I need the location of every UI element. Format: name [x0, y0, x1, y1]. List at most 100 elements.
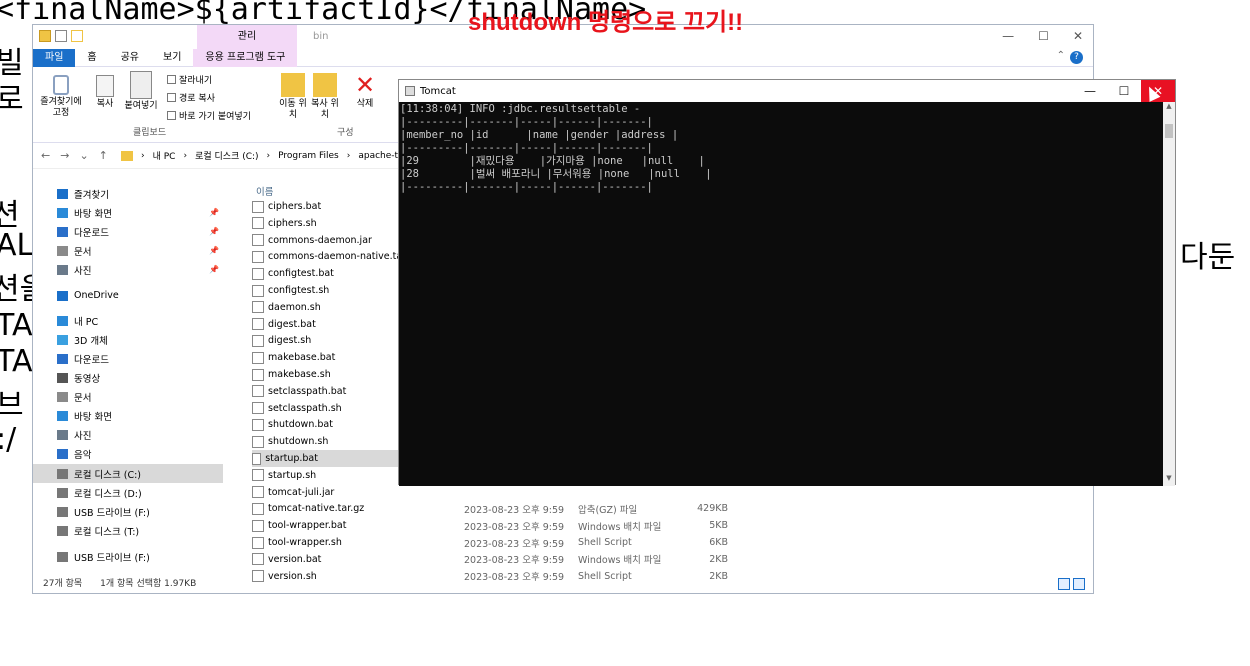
background-right-text: 다둔	[1180, 240, 1236, 275]
pin-to-quick-access-button[interactable]: 즐겨찾기에 고정	[39, 75, 83, 119]
sidebar-item[interactable]: 문서	[33, 387, 223, 406]
sidebar-item[interactable]: 내 PC	[33, 311, 223, 330]
new-folder-icon[interactable]	[71, 30, 83, 42]
collapse-ribbon-icon[interactable]: ⌃	[1057, 50, 1065, 61]
properties-icon[interactable]	[55, 30, 67, 42]
download-icon	[57, 353, 68, 364]
paste-shortcut-button[interactable]: 바로 가기 붙여넣기	[167, 109, 251, 122]
copy-to-button[interactable]: 복사 위치	[311, 73, 339, 121]
desktop-icon	[57, 410, 68, 421]
recent-chevron-icon[interactable]: ⌄	[79, 149, 88, 162]
sidebar-item[interactable]: 문서 📌	[33, 241, 223, 260]
file-size: 5KB	[709, 520, 728, 532]
file-row[interactable]: tomcat-juli.jar	[252, 484, 732, 501]
sidebar-item[interactable]: 바탕 화면 📌	[33, 203, 223, 222]
sidebar-item[interactable]: 바탕 화면	[33, 406, 223, 425]
file-row[interactable]: tool-wrapper.sh 2023-08-23 오후 9:59 Shell S…	[252, 534, 732, 551]
nav-scrollbar[interactable]	[225, 180, 237, 570]
console-line: [11:38:04] INFO :jdbc.resultsettable -	[400, 103, 641, 115]
paste-label: 붙여넣기	[124, 101, 158, 111]
cut-button[interactable]: 잘라내기	[167, 73, 212, 86]
tomcat-maximize-button[interactable]: ☐	[1107, 80, 1141, 102]
sidebar-item[interactable]: 다운로드 📌	[33, 222, 223, 241]
file-row[interactable]: tomcat-native.tar.gz 2023-08-23 오후 9:59 압축…	[252, 500, 732, 517]
back-arrow-icon[interactable]: ←	[41, 149, 50, 162]
console-line: |---------|-------|-----|------|-------|	[400, 116, 653, 128]
sidebar-item[interactable]: 사진	[33, 425, 223, 444]
tab-home[interactable]: 홈	[75, 49, 108, 67]
document-icon	[57, 245, 68, 256]
sidebar-item-label: 음악	[74, 449, 92, 461]
file-icon	[252, 267, 264, 280]
file-row[interactable]: version.sh 2023-08-23 오후 9:59 Shell Script…	[252, 568, 732, 585]
sidebar-item-label: 로컬 디스크 (C:)	[74, 469, 141, 481]
copy-path-button[interactable]: 경로 복사	[167, 91, 215, 104]
breadcrumb-pc[interactable]: 내 PC	[153, 149, 176, 162]
paste-button[interactable]: 붙여넣기	[123, 71, 159, 112]
copy-label: 복사	[96, 99, 114, 109]
breadcrumb-apache[interactable]: apache-to	[358, 151, 403, 161]
paste-icon	[130, 71, 152, 99]
console-output[interactable]: [11:38:04] INFO :jdbc.resultsettable - |-…	[399, 102, 1165, 486]
crumb-sep-icon: ›	[266, 150, 271, 161]
sidebar-item[interactable]: USB 드라이브 (F:)	[33, 547, 223, 566]
drive-icon	[57, 468, 68, 479]
move-to-button[interactable]: 이동 위치	[279, 73, 307, 121]
sidebar-item[interactable]: 음악	[33, 444, 223, 463]
file-row[interactable]: tool-wrapper.bat 2023-08-23 오후 9:59 Window…	[252, 517, 732, 534]
tab-file[interactable]: 파일	[33, 48, 76, 67]
sidebar-item[interactable]: 로컬 디스크 (D:)	[33, 483, 223, 502]
sidebar-item-label: 즐겨찾기	[74, 189, 109, 201]
tab-share[interactable]: 공유	[109, 49, 151, 67]
minimize-button[interactable]: —	[1002, 29, 1014, 43]
tab-application-tools[interactable]: 응용 프로그램 도구	[193, 48, 298, 67]
drive-icon	[57, 525, 68, 536]
breadcrumb-program-files[interactable]: Program Files	[278, 151, 339, 161]
forward-arrow-icon[interactable]: →	[60, 149, 69, 162]
sidebar-item[interactable]: 로컬 디스크 (C:)	[33, 464, 223, 483]
sidebar-item[interactable]: 동영상	[33, 368, 223, 387]
sidebar-item[interactable]: 사진 📌	[33, 260, 223, 279]
folder-icon[interactable]	[39, 30, 51, 42]
delete-button[interactable]: ✕ 삭제	[351, 73, 379, 110]
copy-button[interactable]: 복사	[91, 75, 119, 110]
sidebar-item[interactable]: 다운로드	[33, 349, 223, 368]
close-button[interactable]: ✕	[1073, 29, 1083, 43]
cloud-icon	[57, 290, 68, 301]
tomcat-minimize-button[interactable]: —	[1073, 80, 1107, 102]
sidebar-item[interactable]: USB 드라이브 (F:)	[33, 502, 223, 521]
sidebar-item-label: 바탕 화면	[74, 208, 112, 220]
background-left-text-10: TA	[0, 344, 33, 379]
delete-label: 삭제	[356, 99, 374, 109]
console-scrollbar[interactable]: ▲ ▼	[1163, 102, 1175, 486]
move-label: 이동 위치	[279, 99, 307, 120]
sidebar-item[interactable]: OneDrive	[33, 286, 223, 305]
scroll-thumb[interactable]	[1165, 124, 1173, 138]
paste-shortcut-icon	[167, 111, 176, 120]
sidebar-item-label: 문서	[74, 246, 92, 258]
tomcat-window-buttons: — ☐ ✕	[1073, 80, 1175, 102]
file-type: 압축(GZ) 파일	[578, 504, 638, 516]
column-header-name[interactable]: 이름	[256, 184, 273, 198]
sidebar-item[interactable]: 즐겨찾기	[33, 184, 223, 203]
sidebar-item[interactable]: 로컬 디스크 (T:)	[33, 521, 223, 540]
sidebar-item-label: 문서	[74, 392, 92, 404]
sidebar-item[interactable]: 3D 개체	[33, 330, 223, 349]
scroll-up-icon[interactable]: ▲	[1163, 102, 1175, 114]
file-row[interactable]: version.bat 2023-08-23 오후 9:59 Windows 배치 …	[252, 551, 732, 568]
manage-tab-header[interactable]: 관리	[197, 25, 297, 49]
large-icons-view-icon[interactable]	[1073, 578, 1085, 590]
tab-view[interactable]: 보기	[151, 49, 193, 67]
file-type: Windows 배치 파일	[578, 521, 662, 533]
maximize-button[interactable]: ☐	[1038, 29, 1049, 43]
breadcrumb[interactable]: › 내 PC › 로컬 디스크 (C:) › Program Files › a…	[121, 149, 404, 162]
up-arrow-icon[interactable]: ↑	[99, 149, 108, 162]
star-icon	[57, 188, 68, 199]
help-icon[interactable]: ?	[1070, 51, 1083, 64]
file-row[interactable]: startup.bat	[252, 450, 402, 467]
details-view-icon[interactable]	[1058, 578, 1070, 590]
sidebar-item-label: USB 드라이브 (F:)	[74, 507, 150, 519]
breadcrumb-c-drive[interactable]: 로컬 디스크 (C:)	[195, 149, 258, 162]
scroll-down-icon[interactable]: ▼	[1163, 474, 1175, 486]
sidebar-item-label: 바탕 화면	[74, 411, 112, 423]
